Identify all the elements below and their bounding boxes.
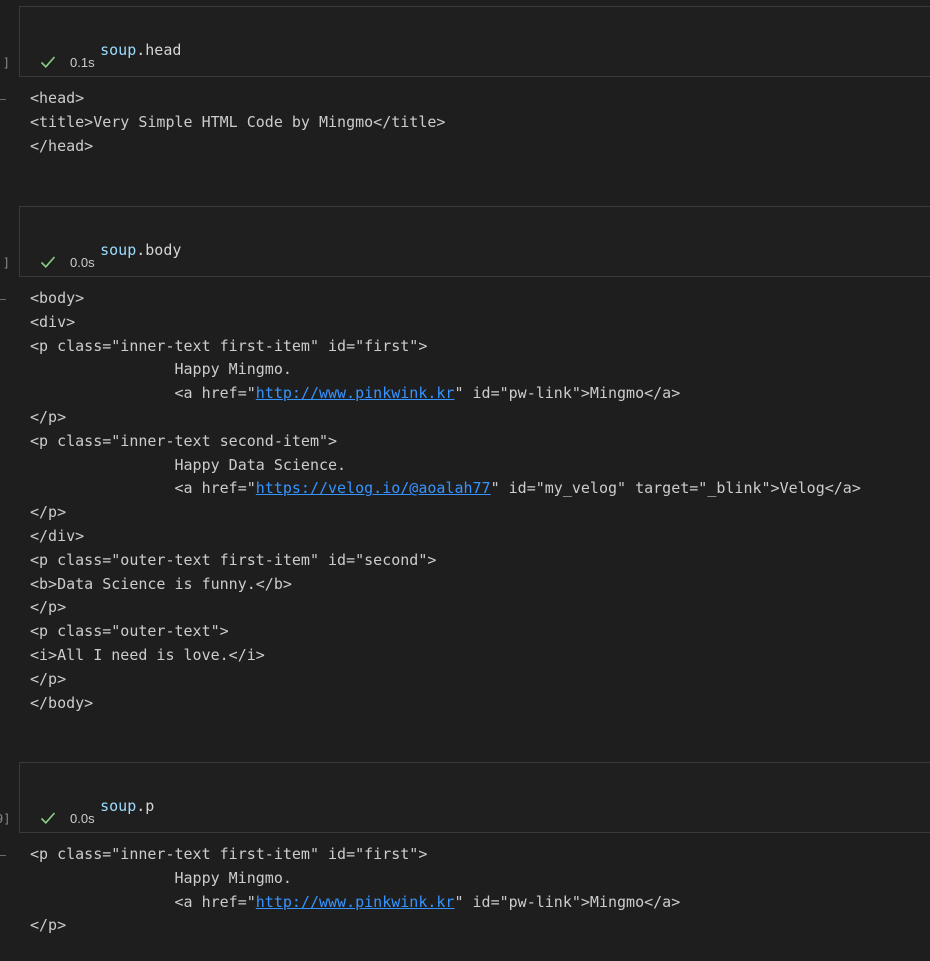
output-text: </div> [30,526,85,545]
code-variable: soup [100,797,137,815]
output-text: <head> [30,89,85,107]
output-line: </body> [30,692,861,716]
cell-output: <p class="inner-text first-item" id="fir… [30,843,680,938]
output-line: <i>All I need is love.</i> [30,644,861,668]
output-gutter-marker [0,99,6,100]
execution-time: 0.0s [70,254,95,270]
output-text: " id="my_velog" target="_blink">Velog</a… [490,479,861,498]
output-text: </p> [30,503,67,522]
code-cell-input[interactable]: soup.body 0.0s [19,206,930,277]
output-line: <head> [30,87,445,111]
output-gutter-marker [0,299,6,300]
code-cell-input[interactable]: soup.p 0.0s [19,762,930,833]
output-line: <a href="http://www.pinkwink.kr" id="pw-… [30,382,861,406]
output-line: </p> [30,596,861,620]
execution-status: 0.0s [40,253,95,271]
execution-count: ] [2,56,10,70]
output-line: <p class="inner-text second-item"> [30,430,861,454]
output-line: <p class="outer-text"> [30,620,861,644]
output-line: </div> [30,525,861,549]
output-line: <a href="https://velog.io/@aoalah77" id=… [30,477,861,501]
output-line: <p class="inner-text first-item" id="fir… [30,843,680,867]
output-text: <title>Very Simple HTML Code by Mingmo</… [30,112,446,131]
code-variable: soup [100,241,137,259]
output-text: </p> [30,407,67,426]
output-text: Happy Mingmo. [30,360,292,379]
output-line: <title>Very Simple HTML Code by Mingmo</… [30,111,445,135]
output-text: </p> [30,669,67,688]
output-line: Happy Mingmo. [30,867,680,891]
output-link[interactable]: http://www.pinkwink.kr [256,384,455,402]
code-cell-input[interactable]: soup.head 0.1s [19,6,930,77]
execution-time: 0.1s [70,54,95,70]
output-text: <a href=" [30,384,256,403]
check-icon [40,256,56,268]
execution-status: 0.0s [40,809,95,827]
output-text: <a href=" [30,479,256,498]
code-attribute: .p [136,797,155,815]
output-text: <body> [30,289,85,307]
code-variable: soup [100,41,137,59]
output-text: " id="pw-link">Mingmo</a> [454,892,681,911]
code-attribute: .head [136,41,182,59]
output-line: </p> [30,668,861,692]
output-text: <p class="outer-text"> [30,622,229,641]
output-text: Happy Mingmo. [30,868,292,887]
output-text: Happy Data Science. [30,455,347,474]
check-icon [40,56,56,68]
output-line: <a href="http://www.pinkwink.kr" id="pw-… [30,891,680,915]
execution-status: 0.1s [40,53,95,71]
output-text: <p class="outer-text first-item" id="sec… [30,550,437,569]
execution-time: 0.0s [70,810,95,826]
cell-output: <body> <div> <p class="inner-text first-it… [30,287,861,715]
output-line: </head> [30,135,445,159]
output-link[interactable]: http://www.pinkwink.kr [256,893,455,911]
execution-count: 9] [0,812,11,826]
execution-count: ] [2,256,10,270]
output-text: <i>All I need is love.</i> [30,645,265,664]
output-text: " id="pw-link">Mingmo</a> [454,384,681,403]
output-line: </p> [30,914,680,938]
check-icon [40,812,56,824]
output-text: <b>Data Science is funny.</b> [30,574,292,593]
output-line: Happy Data Science. [30,454,861,478]
cell-output: <head> <title>Very Simple HTML Code by Mi… [30,87,445,158]
output-text: </p> [30,598,67,617]
output-text: <a href=" [30,892,256,911]
output-text: <p class="inner-text first-item" id="fir… [30,336,428,355]
output-line: <p class="outer-text first-item" id="sec… [30,549,861,573]
output-line: <body> [30,287,861,311]
code-attribute: .body [136,241,182,259]
output-line: Happy Mingmo. [30,358,861,382]
output-text: <p class="inner-text first-item" id="fir… [30,845,428,863]
output-text: </head> [30,136,94,155]
output-text: </body> [30,693,94,712]
output-text: </p> [30,916,67,935]
output-line: <p class="inner-text first-item" id="fir… [30,335,861,359]
output-text: <p class="inner-text second-item"> [30,431,338,450]
output-line: <div> [30,311,861,335]
output-line: </p> [30,501,861,525]
output-gutter-marker [0,855,6,856]
output-link[interactable]: https://velog.io/@aoalah77 [256,479,491,497]
output-line: <b>Data Science is funny.</b> [30,573,861,597]
output-text: <div> [30,312,76,331]
output-line: </p> [30,406,861,430]
